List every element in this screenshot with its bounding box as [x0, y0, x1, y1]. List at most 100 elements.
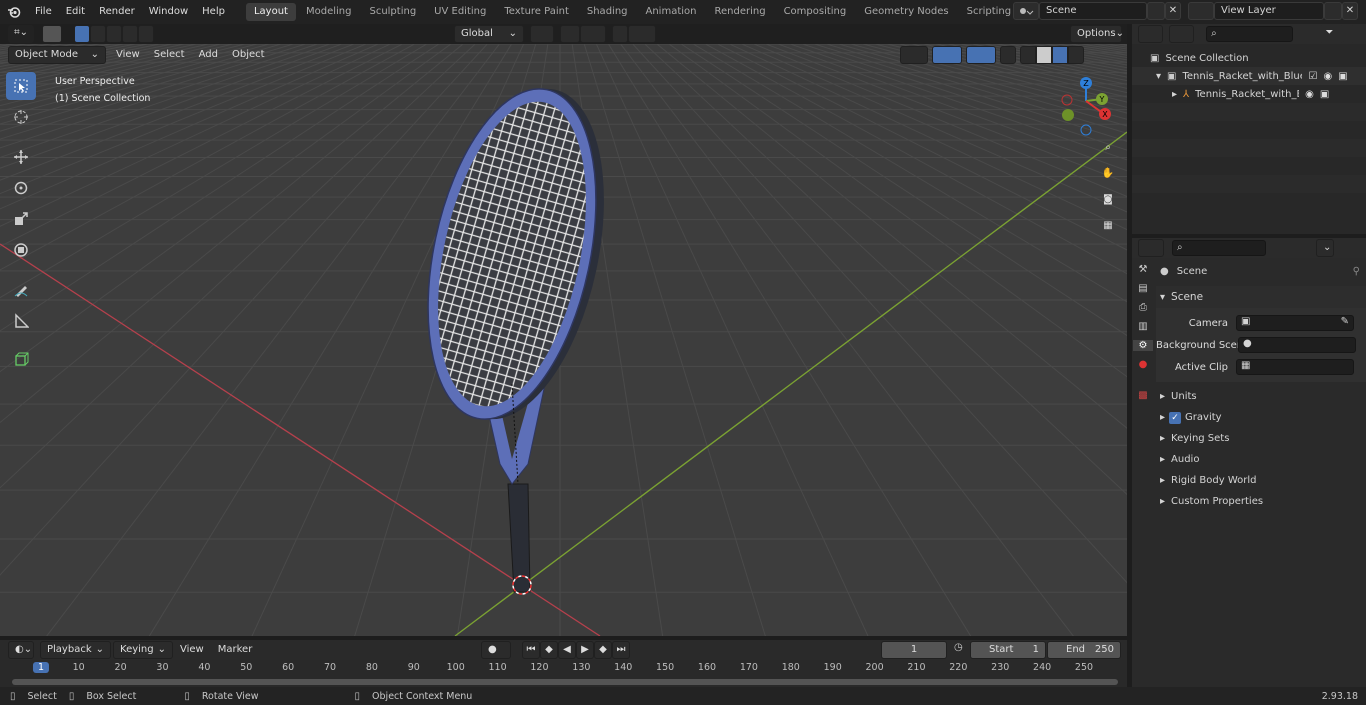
- start-frame-field[interactable]: Start 1: [970, 641, 1046, 659]
- timeline-editor-icon[interactable]: ◐⌄: [8, 641, 34, 659]
- end-frame-field[interactable]: End 250: [1047, 641, 1121, 659]
- background-scene-field[interactable]: ●: [1238, 337, 1356, 353]
- outliner-search-input[interactable]: ⌕: [1206, 26, 1294, 42]
- pivot-point-icon[interactable]: [530, 25, 554, 43]
- current-frame-field[interactable]: 1: [881, 641, 947, 659]
- tweak-mode-icon[interactable]: [42, 25, 62, 43]
- world-tab-icon[interactable]: ●: [1139, 359, 1148, 370]
- tool-tab-icon[interactable]: ⚒: [1139, 264, 1148, 275]
- tab-compositing[interactable]: Compositing: [776, 3, 855, 21]
- close-icon[interactable]: ✕: [1342, 2, 1358, 20]
- object-mode-dropdown[interactable]: Object Mode ⌄: [8, 46, 106, 64]
- select-new-icon[interactable]: [74, 25, 90, 43]
- editor-type-icon[interactable]: ⌗⌄: [8, 25, 34, 43]
- record-button[interactable]: ●: [481, 641, 511, 659]
- gizmo-toggle-icon[interactable]: [932, 46, 962, 64]
- audio-panel-header[interactable]: ▸ Audio: [1156, 449, 1366, 470]
- keying-sets-panel-header[interactable]: ▸ Keying Sets: [1156, 428, 1366, 449]
- scale-tool-icon[interactable]: [6, 205, 36, 233]
- rendered-shading-icon[interactable]: [1068, 46, 1084, 64]
- prev-keyframe-icon[interactable]: ◆: [540, 641, 558, 659]
- tab-uv-editing[interactable]: UV Editing: [426, 3, 494, 21]
- menu-window[interactable]: Window: [142, 0, 195, 24]
- annotate-tool-icon[interactable]: [6, 276, 36, 304]
- copy-scene-icon[interactable]: [1147, 2, 1165, 20]
- properties-editor-icon[interactable]: [1138, 239, 1164, 257]
- select-extend-icon[interactable]: [90, 25, 106, 43]
- grid-view-icon[interactable]: ▦: [1098, 220, 1118, 238]
- tab-modeling[interactable]: Modeling: [298, 3, 360, 21]
- chevron-down-icon[interactable]: ⌄: [1316, 239, 1334, 257]
- render-tab-icon[interactable]: ▤: [1138, 283, 1147, 294]
- camera-icon[interactable]: ▣: [1338, 71, 1347, 82]
- tennis-racket[interactable]: [401, 73, 631, 593]
- rotate-tool-icon[interactable]: [6, 174, 36, 202]
- menu-select[interactable]: Select: [150, 46, 189, 64]
- menu-view[interactable]: View: [112, 46, 144, 64]
- camera-view-icon[interactable]: ◙: [1098, 194, 1118, 212]
- copy-view-layer-icon[interactable]: [1324, 2, 1342, 20]
- jump-end-icon[interactable]: ⏭: [612, 641, 630, 659]
- scene-panel-header[interactable]: ▾ Scene: [1156, 286, 1366, 308]
- menu-object[interactable]: Object: [228, 46, 269, 64]
- camera-field[interactable]: ▣ ✎: [1236, 315, 1354, 331]
- tab-layout[interactable]: Layout: [245, 3, 296, 21]
- measure-tool-icon[interactable]: [6, 307, 36, 335]
- scene-tab-icon[interactable]: ⚙: [1133, 340, 1153, 351]
- custom-properties-panel-header[interactable]: ▸ Custom Properties: [1156, 491, 1366, 512]
- next-keyframe-icon[interactable]: ◆: [594, 641, 612, 659]
- eye-icon[interactable]: ◉: [1323, 71, 1332, 82]
- pin-icon[interactable]: ⚲: [1353, 266, 1360, 277]
- menu-add[interactable]: Add: [195, 46, 222, 64]
- 3d-viewport[interactable]: Z Y X Object Mode ⌄ View Select Add Objec…: [0, 44, 1127, 636]
- rigid-body-world-panel-header[interactable]: ▸ Rigid Body World: [1156, 470, 1366, 491]
- wireframe-shading-icon[interactable]: [1020, 46, 1036, 64]
- material-shading-icon[interactable]: [1052, 46, 1068, 64]
- clock-icon[interactable]: ◷: [954, 642, 963, 653]
- tab-geometry-nodes[interactable]: Geometry Nodes: [856, 3, 956, 21]
- tab-rendering[interactable]: Rendering: [706, 3, 773, 21]
- play-reverse-icon[interactable]: ◀: [558, 641, 576, 659]
- texture-tab-icon[interactable]: ▩: [1138, 390, 1147, 401]
- gravity-checkbox[interactable]: ✓: [1169, 411, 1182, 424]
- checkbox-icon[interactable]: ☑: [1308, 71, 1317, 82]
- menu-help[interactable]: Help: [195, 0, 232, 24]
- playback-menu[interactable]: Playback ⌄: [40, 641, 112, 659]
- visibility-icon[interactable]: [900, 46, 928, 64]
- camera-icon[interactable]: ▣: [1320, 89, 1329, 100]
- outliner-item-collection[interactable]: ▾ ▣ Tennis_Racket_with_Blue_Fra ☑ ◉ ▣: [1132, 67, 1366, 85]
- timeline-scrollbar[interactable]: [12, 679, 1118, 685]
- timeline-view-menu[interactable]: View: [173, 640, 211, 660]
- outliner-editor-icon[interactable]: [1138, 25, 1164, 43]
- outliner-root-row[interactable]: ▣ Scene Collection: [1132, 49, 1366, 67]
- transform-orientation-dropdown[interactable]: Global ⌄: [454, 25, 524, 43]
- select-box-tool-icon[interactable]: [6, 72, 36, 100]
- scene-type-icon[interactable]: [1013, 2, 1039, 20]
- gravity-panel-header[interactable]: ▸ ✓ Gravity: [1156, 407, 1366, 428]
- properties-search-input[interactable]: ⌕: [1172, 240, 1266, 256]
- play-icon[interactable]: ▶: [576, 641, 594, 659]
- keying-menu[interactable]: Keying ⌄: [113, 641, 173, 659]
- view-layer-field[interactable]: View Layer: [1214, 2, 1324, 20]
- tab-texture-paint[interactable]: Texture Paint: [496, 3, 577, 21]
- new-collection-icon[interactable]: [1350, 25, 1366, 43]
- blender-logo-icon[interactable]: [0, 0, 28, 24]
- transform-tool-icon[interactable]: [6, 236, 36, 264]
- xray-toggle-icon[interactable]: [1000, 46, 1016, 64]
- active-clip-field[interactable]: ▦: [1236, 359, 1354, 375]
- zoom-icon[interactable]: ⌕: [1098, 142, 1118, 160]
- filter-icon[interactable]: ⏷: [1319, 25, 1345, 43]
- close-icon[interactable]: ✕: [1165, 2, 1181, 20]
- tab-animation[interactable]: Animation: [638, 3, 705, 21]
- menu-render[interactable]: Render: [92, 0, 142, 24]
- output-tab-icon[interactable]: ⎙: [1139, 302, 1147, 313]
- menu-file[interactable]: File: [28, 0, 59, 24]
- tab-sculpting[interactable]: Sculpting: [361, 3, 424, 21]
- tab-shading[interactable]: Shading: [579, 3, 636, 21]
- units-panel-header[interactable]: ▸ Units: [1156, 386, 1366, 407]
- falloff-icon[interactable]: [628, 25, 656, 43]
- add-cube-tool-icon[interactable]: [6, 345, 36, 373]
- proportional-edit-icon[interactable]: [612, 25, 628, 43]
- scene-name-field[interactable]: Scene: [1039, 2, 1147, 20]
- move-tool-icon[interactable]: [6, 143, 36, 171]
